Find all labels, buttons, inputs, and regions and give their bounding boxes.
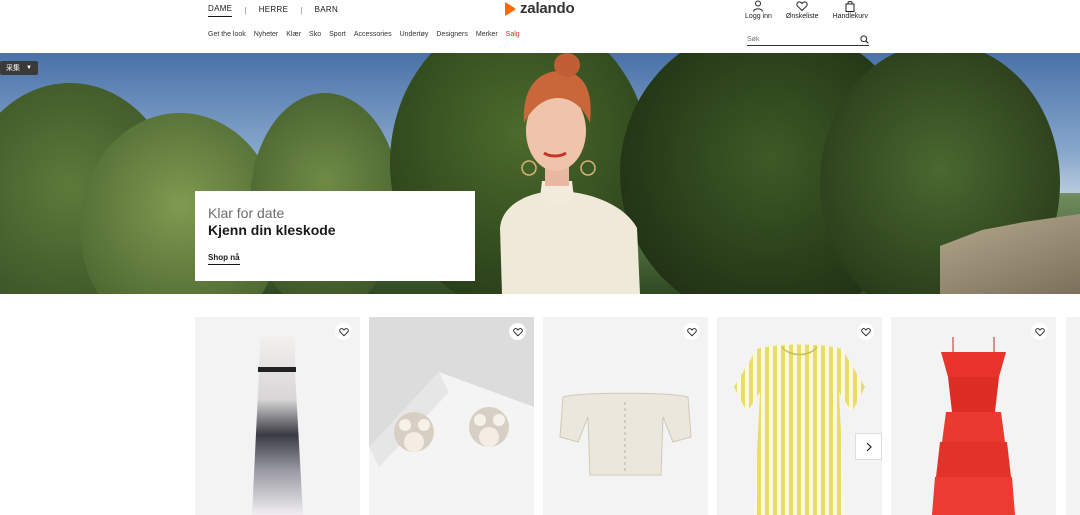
product-card-partial[interactable] xyxy=(1066,317,1080,515)
user-nav: Logg inn Ønskeliste Handlekurv xyxy=(731,0,868,20)
category-sko[interactable]: Sko xyxy=(309,31,321,38)
user-icon xyxy=(753,0,764,12)
product-card[interactable] xyxy=(543,317,708,515)
yellow-stripe-dress-icon xyxy=(734,344,865,515)
category-nav: Get the look Nyheter Klær Sko Sport Acce… xyxy=(208,31,528,38)
gender-nav: DAME | HERRE | BARN xyxy=(208,4,338,17)
login-label: Logg inn xyxy=(745,13,772,20)
category-klaer[interactable]: Klær xyxy=(286,31,301,38)
search-icon[interactable] xyxy=(860,34,869,44)
search-input[interactable] xyxy=(747,35,847,43)
gender-tab-dame[interactable]: DAME xyxy=(208,4,233,17)
category-get-the-look[interactable]: Get the look xyxy=(208,31,246,38)
model-figure xyxy=(500,53,640,294)
heart-icon xyxy=(796,1,808,12)
offshoulder-top-icon xyxy=(559,392,692,476)
product-card[interactable] xyxy=(369,317,534,515)
category-salg[interactable]: Salg xyxy=(506,31,520,38)
earrings-icon xyxy=(369,372,534,515)
cart-link[interactable]: Handlekurv xyxy=(833,0,868,20)
zalando-logo-icon xyxy=(505,1,516,16)
red-ruffle-dress-icon xyxy=(932,337,1015,515)
product-carousel xyxy=(195,317,1065,515)
carousel-next-button[interactable] xyxy=(855,433,882,460)
product-card[interactable] xyxy=(891,317,1056,515)
hero-title: Kjenn din kleskode xyxy=(208,221,336,238)
category-designers[interactable]: Designers xyxy=(436,31,468,38)
category-undertoy[interactable]: Undertøy xyxy=(400,31,429,38)
site-header: DAME | HERRE | BARN zalando Get the look… xyxy=(0,0,1080,53)
login-link[interactable]: Logg inn xyxy=(745,0,772,20)
product-card[interactable] xyxy=(717,317,882,515)
hero-subtitle: Klar for date xyxy=(208,205,285,221)
shopping-bag-icon xyxy=(845,0,855,12)
category-nyheter[interactable]: Nyheter xyxy=(254,31,279,38)
wishlist-label: Ønskeliste xyxy=(785,13,819,20)
collect-button[interactable]: 采集 ▼ xyxy=(0,61,38,75)
gender-tab-herre[interactable]: HERRE xyxy=(259,5,289,17)
search-bar xyxy=(747,33,869,46)
hero-banner[interactable]: 采集 ▼ Klar for date Kjenn din kleskode Sh… xyxy=(0,53,1080,294)
category-accessories[interactable]: Accessories xyxy=(354,31,392,38)
hero-promo-card: Klar for date Kjenn din kleskode Shop nå xyxy=(195,191,475,281)
wishlist-link[interactable]: Ønskeliste xyxy=(786,0,819,20)
collect-label: 采集 xyxy=(6,65,20,72)
logo-text: zalando xyxy=(520,0,575,17)
cart-label: Handlekurv xyxy=(832,13,868,20)
product-card[interactable] xyxy=(195,317,360,515)
category-sport[interactable]: Sport xyxy=(329,31,346,38)
caret-down-icon: ▼ xyxy=(26,65,32,71)
gender-tab-barn[interactable]: BARN xyxy=(315,5,338,17)
gender-separator: | xyxy=(300,6,303,15)
dress-ombre-icon xyxy=(252,337,303,515)
zalando-logo[interactable]: zalando xyxy=(504,0,575,17)
shop-now-link[interactable]: Shop nå xyxy=(208,253,240,265)
gender-separator: | xyxy=(244,6,247,15)
chevron-right-icon xyxy=(866,442,872,451)
category-merker[interactable]: Merker xyxy=(476,31,498,38)
